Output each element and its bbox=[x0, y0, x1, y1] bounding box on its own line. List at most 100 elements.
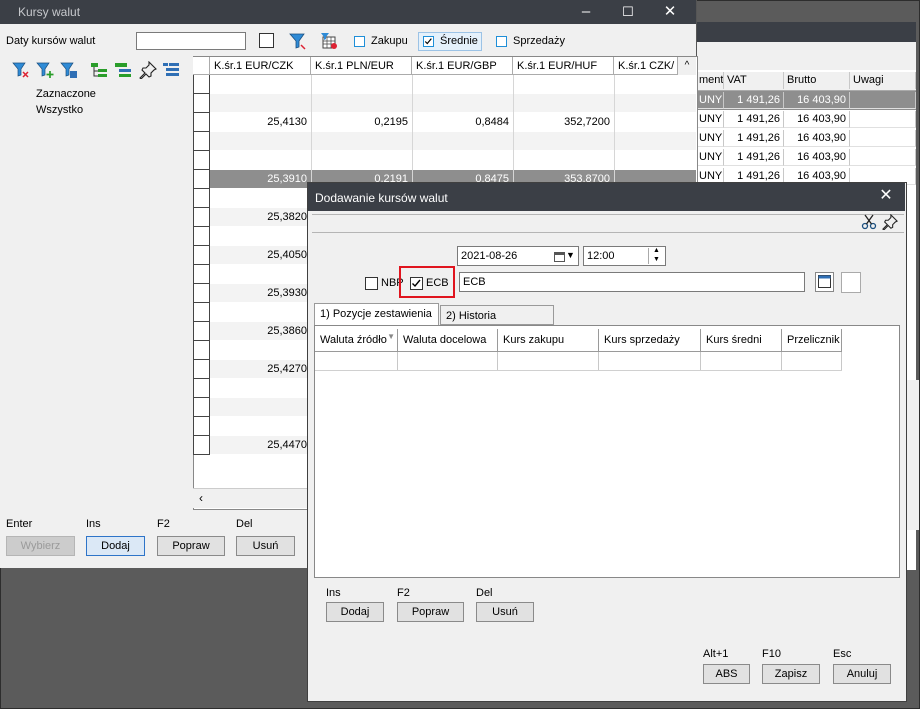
time-picker[interactable]: 12:00 ▲ ▼ bbox=[583, 246, 666, 266]
filter-add-icon[interactable] bbox=[36, 61, 54, 79]
background-row[interactable]: UNY 1 491,26 16 403,90 bbox=[696, 129, 916, 148]
row-header[interactable] bbox=[193, 132, 210, 151]
scissors-icon[interactable] bbox=[861, 214, 877, 230]
spin-down-icon[interactable]: ▼ bbox=[653, 256, 660, 263]
row-header[interactable] bbox=[193, 208, 210, 227]
sell-checkbox[interactable] bbox=[496, 36, 507, 47]
column-header-source-currency[interactable]: Waluta źródło ▼ bbox=[315, 329, 398, 352]
save-button[interactable]: Zapisz bbox=[762, 664, 820, 684]
nbp-checkbox[interactable] bbox=[365, 277, 378, 290]
column-header-multiplier[interactable]: Przelicznik bbox=[782, 329, 842, 352]
rate-cell[interactable]: 25,3820 bbox=[210, 208, 307, 226]
ecb-checkbox[interactable] bbox=[410, 277, 423, 290]
row-header[interactable] bbox=[193, 341, 210, 360]
background-row[interactable]: UNY 1 491,26 16 403,90 bbox=[696, 110, 916, 129]
cancel-button[interactable]: Anuluj bbox=[833, 664, 891, 684]
row-header[interactable] bbox=[193, 303, 210, 322]
background-row[interactable]: UNY 1 491,26 16 403,90 bbox=[696, 91, 916, 110]
calendar-icon[interactable] bbox=[554, 251, 565, 262]
row-header[interactable] bbox=[193, 113, 210, 132]
scroll-left-icon[interactable]: ‹ bbox=[199, 491, 203, 505]
rate-cell[interactable]: 25,4130 bbox=[210, 113, 307, 131]
row-header[interactable] bbox=[193, 436, 210, 455]
window-icon bbox=[818, 275, 831, 288]
row-header[interactable] bbox=[193, 265, 210, 284]
row-header[interactable] bbox=[193, 360, 210, 379]
filter-table-icon[interactable] bbox=[60, 61, 78, 79]
date-filter-checkbox[interactable] bbox=[259, 33, 274, 48]
column-header-eur-huf[interactable]: K.śr.1 EUR/HUF bbox=[513, 57, 614, 75]
delete-button[interactable]: Usuń bbox=[236, 536, 295, 556]
date-picker[interactable]: 2021-08-26 ▼ bbox=[457, 246, 579, 266]
edit-button[interactable]: Popraw bbox=[157, 536, 225, 556]
tree-item-all[interactable]: Wszystko bbox=[36, 104, 83, 116]
rate-cell[interactable]: 352,7200 bbox=[513, 113, 610, 131]
select-button[interactable]: Wybierz bbox=[6, 536, 75, 556]
column-header-czk[interactable]: K.śr.1 CZK/ bbox=[614, 57, 678, 75]
background-app-scrollbar[interactable] bbox=[906, 380, 919, 530]
row-header[interactable] bbox=[193, 94, 210, 113]
column-header-eur-gbp[interactable]: K.śr.1 EUR/GBP bbox=[412, 57, 513, 75]
rate-cell[interactable]: 25,4050 bbox=[210, 246, 307, 264]
rate-cell[interactable]: 0,2195 bbox=[311, 113, 408, 131]
minimize-icon[interactable]: – bbox=[568, 0, 604, 24]
blank-button[interactable] bbox=[841, 272, 861, 293]
source-name-input[interactable]: ECB bbox=[459, 272, 805, 292]
date-filter-input[interactable] bbox=[136, 32, 246, 50]
buy-checkbox[interactable] bbox=[354, 36, 365, 47]
row-stripe bbox=[210, 132, 696, 150]
position-add-button[interactable]: Dodaj bbox=[326, 602, 384, 622]
maximize-icon[interactable]: ☐ bbox=[610, 0, 646, 24]
row-header[interactable] bbox=[193, 417, 210, 436]
row-header[interactable] bbox=[193, 151, 210, 170]
dialog-pin-icon[interactable] bbox=[882, 214, 898, 230]
pin-icon[interactable] bbox=[139, 61, 157, 79]
column-header-target-currency[interactable]: Waluta docelowa bbox=[398, 329, 498, 352]
row-header[interactable] bbox=[193, 227, 210, 246]
rate-cell[interactable]: 0,8484 bbox=[412, 113, 509, 131]
column-header-buy-rate[interactable]: Kurs zakupu bbox=[498, 329, 599, 352]
spin-up-icon[interactable]: ▲ bbox=[653, 247, 660, 254]
cell-notes bbox=[850, 111, 916, 128]
tree-item-selected[interactable]: Zaznaczone bbox=[36, 88, 96, 100]
tab-positions[interactable]: 1) Pozycje zestawienia bbox=[314, 303, 439, 325]
position-edit-button[interactable]: Popraw bbox=[397, 602, 464, 622]
row-header[interactable] bbox=[193, 170, 210, 189]
rate-cell[interactable]: 25,4270 bbox=[210, 360, 307, 378]
close-icon[interactable]: ✕ bbox=[652, 0, 688, 24]
column-header-eur-czk[interactable]: K.śr.1 EUR/CZK bbox=[210, 57, 311, 75]
window-select-button[interactable] bbox=[815, 272, 834, 292]
tab-history[interactable]: 2) Historia dokumentu bbox=[440, 305, 554, 342]
background-row[interactable]: UNY 1 491,26 16 403,90 bbox=[696, 148, 916, 167]
column-header-pln-eur[interactable]: K.śr.1 PLN/EUR bbox=[311, 57, 412, 75]
row-header[interactable] bbox=[193, 379, 210, 398]
scroll-up-icon[interactable]: ^ bbox=[678, 57, 696, 75]
rate-cell[interactable]: 25,3930 bbox=[210, 284, 307, 302]
dropdown-arrow-icon[interactable]: ▼ bbox=[566, 250, 575, 260]
table-filter-icon[interactable] bbox=[320, 32, 338, 50]
row-header[interactable] bbox=[193, 322, 210, 341]
row-header[interactable] bbox=[193, 246, 210, 265]
mid-label: Średnie bbox=[440, 35, 478, 47]
dialog-close-icon[interactable]: ✕ bbox=[868, 183, 904, 211]
column-header-mid-rate[interactable]: Kurs średni bbox=[701, 329, 782, 352]
column-header-sell-rate[interactable]: Kurs sprzedaży bbox=[599, 329, 701, 352]
mid-checkbox[interactable] bbox=[423, 36, 434, 47]
row-header[interactable] bbox=[193, 75, 210, 94]
expand-tree-icon[interactable] bbox=[90, 61, 108, 79]
time-spinner[interactable]: ▲ ▼ bbox=[648, 247, 665, 264]
position-delete-button[interactable]: Usuń bbox=[476, 602, 534, 622]
filter-icon[interactable] bbox=[289, 32, 307, 50]
row-header[interactable] bbox=[193, 398, 210, 417]
add-button[interactable]: Dodaj bbox=[86, 536, 145, 556]
list-settings-icon[interactable] bbox=[162, 61, 180, 79]
abs-button[interactable]: ABS bbox=[703, 664, 750, 684]
rate-cell[interactable]: 25,3860 bbox=[210, 322, 307, 340]
rate-cell[interactable]: 25,3910 bbox=[210, 170, 307, 188]
column-divider bbox=[700, 352, 701, 371]
collapse-tree-icon[interactable] bbox=[114, 61, 132, 79]
filter-clear-icon[interactable] bbox=[12, 61, 30, 79]
rate-cell[interactable]: 25,4470 bbox=[210, 436, 307, 454]
row-header[interactable] bbox=[193, 284, 210, 303]
row-header[interactable] bbox=[193, 189, 210, 208]
